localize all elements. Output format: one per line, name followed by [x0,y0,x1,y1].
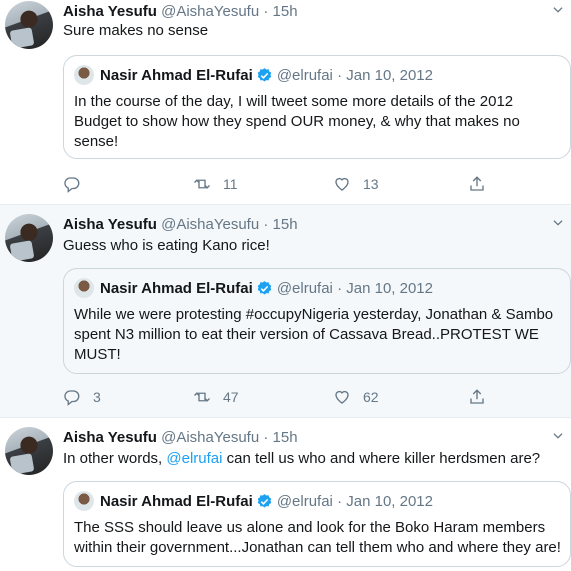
retweet-button[interactable]: 11 [193,174,238,194]
like-icon [335,390,349,404]
quoted-date: Jan 10, 2012 [346,492,433,510]
quoted-tweet-header: Nasir Ahmad El-Rufai @elrufai · Jan 10, … [74,65,433,85]
tweet-header: Aisha Yesufu @AishaYesufu · 15h [63,3,298,20]
author-handle[interactable]: @AishaYesufu [161,429,259,446]
retweet-icon [194,179,210,189]
quoted-line: While we were protesting #occupyNigeria … [74,306,554,323]
quoted-author-name: Nasir Ahmad El-Rufai [100,66,253,84]
reply-button[interactable]: 3 [63,387,101,407]
author-handle[interactable]: @AishaYesufu [161,3,259,20]
quoted-line: within their government...Jonathan can t… [74,539,561,556]
quoted-tweet[interactable]: Nasir Ahmad El-Rufai @elrufai · Jan 10, … [63,481,571,567]
share-icon [470,176,484,191]
like-button[interactable]: 13 [333,174,379,194]
reply-button[interactable] [63,174,93,194]
like-count: 62 [363,389,379,405]
retweet-count: 47 [223,389,239,405]
tweet[interactable]: Aisha Yesufu @AishaYesufu · 15h Guess wh… [0,205,571,418]
like-count: 13 [363,176,379,192]
retweet-count: 11 [223,176,238,192]
tweet[interactable]: Aisha Yesufu @AishaYesufu · 15h Sure mak… [0,0,571,205]
reply-count: 3 [93,389,101,405]
quoted-author-handle: @elrufai [276,492,333,510]
verified-badge-icon [257,493,272,508]
author-name[interactable]: Aisha Yesufu [63,3,157,20]
quoted-tweet-header: Nasir Ahmad El-Rufai @elrufai · Jan 10, … [74,491,433,511]
timestamp[interactable]: 15h [273,429,298,446]
tweet[interactable]: Aisha Yesufu @AishaYesufu · 15h In other… [0,418,571,571]
separator-dot: · [337,66,343,84]
quoted-author-handle: @elrufai [276,279,333,297]
quoted-author-name: Nasir Ahmad El-Rufai [100,492,253,510]
share-button[interactable] [468,387,486,407]
quoted-avatar [74,491,94,511]
author-name[interactable]: Aisha Yesufu [63,429,157,446]
author-handle[interactable]: @AishaYesufu [161,216,259,233]
quoted-tweet[interactable]: Nasir Ahmad El-Rufai @elrufai · Jan 10, … [63,55,571,159]
quoted-tweet-text: In the course of the day, I will tweet s… [74,92,564,152]
tweet-header: Aisha Yesufu @AishaYesufu · 15h [63,216,298,233]
retweet-icon [194,392,210,402]
tweet-actions: 3 47 62 [63,387,523,407]
like-icon [335,177,349,191]
quoted-author-name: Nasir Ahmad El-Rufai [100,279,253,297]
retweet-button[interactable]: 47 [193,387,239,407]
separator-dot: · [263,429,269,446]
tweet-text: Guess who is eating Kano rice! [63,236,563,256]
like-button[interactable]: 62 [333,387,379,407]
timestamp[interactable]: 15h [273,216,298,233]
quoted-tweet-text: The SSS should leave us alone and look f… [74,518,564,558]
quoted-tweet[interactable]: Nasir Ahmad El-Rufai @elrufai · Jan 10, … [63,268,571,374]
timestamp[interactable]: 15h [273,3,298,20]
quoted-avatar [74,65,94,85]
quoted-date: Jan 10, 2012 [346,66,433,84]
tweet-text-part: can tell us who and where killer herdsme… [222,450,541,467]
quoted-line: MUST! [74,346,121,363]
quoted-line: spent N3 million to eat their version of… [74,326,539,343]
separator-dot: · [263,216,269,233]
separator-dot: · [337,492,343,510]
tweet-text-part: Sure makes no sense [63,22,209,39]
tweet-text: In other words, @elrufai can tell us who… [63,449,563,469]
separator-dot: · [263,3,269,20]
verified-badge-icon [257,280,272,295]
tweet-text-part: In other words, [63,450,167,467]
quoted-date: Jan 10, 2012 [346,279,433,297]
mention-link[interactable]: @elrufai [166,450,222,467]
share-button[interactable] [468,174,486,194]
chevron-down-icon[interactable] [551,3,565,17]
quoted-line: sense! [74,133,119,150]
reply-icon [64,177,80,193]
quoted-line: Budget to show how they spend OUR money,… [74,113,520,130]
chevron-down-icon[interactable] [551,429,565,443]
tweet-text-part: Guess who is eating Kano rice! [63,237,270,254]
quoted-line: In the course of the day, I will tweet s… [74,93,514,110]
share-icon [470,389,484,404]
quoted-tweet-header: Nasir Ahmad El-Rufai @elrufai · Jan 10, … [74,278,433,298]
author-name[interactable]: Aisha Yesufu [63,216,157,233]
tweet-text: Sure makes no sense [63,21,563,41]
verified-badge-icon [257,67,272,82]
avatar[interactable] [5,1,53,49]
tweet-actions: 11 13 [63,174,523,194]
separator-dot: · [337,279,343,297]
tweet-header: Aisha Yesufu @AishaYesufu · 15h [63,429,298,446]
quoted-line: The SSS should leave us alone and look f… [74,519,546,536]
quoted-avatar [74,278,94,298]
chevron-down-icon[interactable] [551,216,565,230]
reply-icon [64,390,80,406]
avatar[interactable] [5,427,53,475]
avatar[interactable] [5,214,53,262]
quoted-tweet-text: While we were protesting #occupyNigeria … [74,305,564,365]
quoted-author-handle: @elrufai [276,66,333,84]
